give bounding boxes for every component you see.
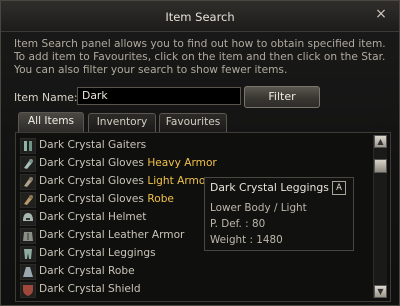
scroll-thumb[interactable] <box>374 159 387 173</box>
window-title: Item Search <box>165 10 235 24</box>
item-search-window: Item Search × Item Search panel allows y… <box>0 0 400 306</box>
item-name: Dark Crystal Gloves Heavy Armor <box>39 157 217 169</box>
description-line: Item Search panel allows you to find out… <box>14 38 386 50</box>
item-tooltip: Dark Crystal Leggings A Lower Body / Lig… <box>204 177 354 251</box>
tooltip-pdef: P. Def. : 80 <box>210 218 266 230</box>
filter-button[interactable]: Filter <box>244 86 320 108</box>
tab-inventory[interactable]: Inventory <box>88 113 156 132</box>
list-item[interactable]: Dark Crystal Gloves Heavy Armor <box>16 154 370 172</box>
item-name-input[interactable] <box>77 87 241 105</box>
description-line: You can also filter your search to show … <box>14 64 288 76</box>
scroll-down-icon[interactable]: ▼ <box>374 285 387 298</box>
item-name: Dark Crystal Shield <box>39 283 141 295</box>
tooltip-weight: Weight : 1480 <box>210 234 283 246</box>
tab-all-items[interactable]: All Items <box>18 112 84 133</box>
gloves-icon <box>20 156 36 172</box>
item-name: Dark Crystal Gaiters <box>39 139 147 151</box>
robe-icon <box>20 264 36 280</box>
tab-favourites[interactable]: Favourites <box>159 113 227 132</box>
item-name-label: Item Name: <box>14 91 78 104</box>
item-type: Heavy Armor <box>147 157 217 169</box>
tooltip-type: Lower Body / Light <box>210 202 307 214</box>
leggings-icon <box>20 246 36 262</box>
list-item[interactable]: Dark Crystal Shield <box>16 280 370 298</box>
description-text: Item Search panel allows you to find out… <box>14 38 394 77</box>
helmet-icon <box>20 210 36 226</box>
item-name: Dark Crystal Gloves Light Armor <box>39 175 210 187</box>
item-type: Light Armor <box>147 175 210 187</box>
shield-icon <box>20 282 36 298</box>
item-type: Robe <box>147 193 174 205</box>
item-name: Dark Crystal Robe <box>39 265 135 277</box>
gaiters-icon <box>20 138 36 154</box>
list-item[interactable]: Dark Crystal Robe <box>16 262 370 280</box>
list-item[interactable]: Dark Crystal Gaiters <box>16 136 370 154</box>
gloves-icon <box>20 174 36 190</box>
grade-badge: A <box>332 181 346 195</box>
close-icon[interactable]: × <box>374 7 388 21</box>
tooltip-item-name: Dark Crystal Leggings <box>210 181 329 194</box>
item-name: Dark Crystal Helmet <box>39 211 147 223</box>
item-name: Dark Crystal Leather Armor <box>39 229 185 241</box>
scroll-up-icon[interactable]: ▲ <box>374 135 387 148</box>
title-bar[interactable]: Item Search × <box>1 1 399 32</box>
item-name: Dark Crystal Leggings <box>39 247 156 259</box>
item-name: Dark Crystal Gloves Robe <box>39 193 174 205</box>
gloves-icon <box>20 192 36 208</box>
description-line: To add item to Favourites, click on the … <box>14 51 386 63</box>
leather-armor-icon <box>20 228 36 244</box>
scrollbar[interactable]: ▲ ▼ <box>373 135 387 298</box>
